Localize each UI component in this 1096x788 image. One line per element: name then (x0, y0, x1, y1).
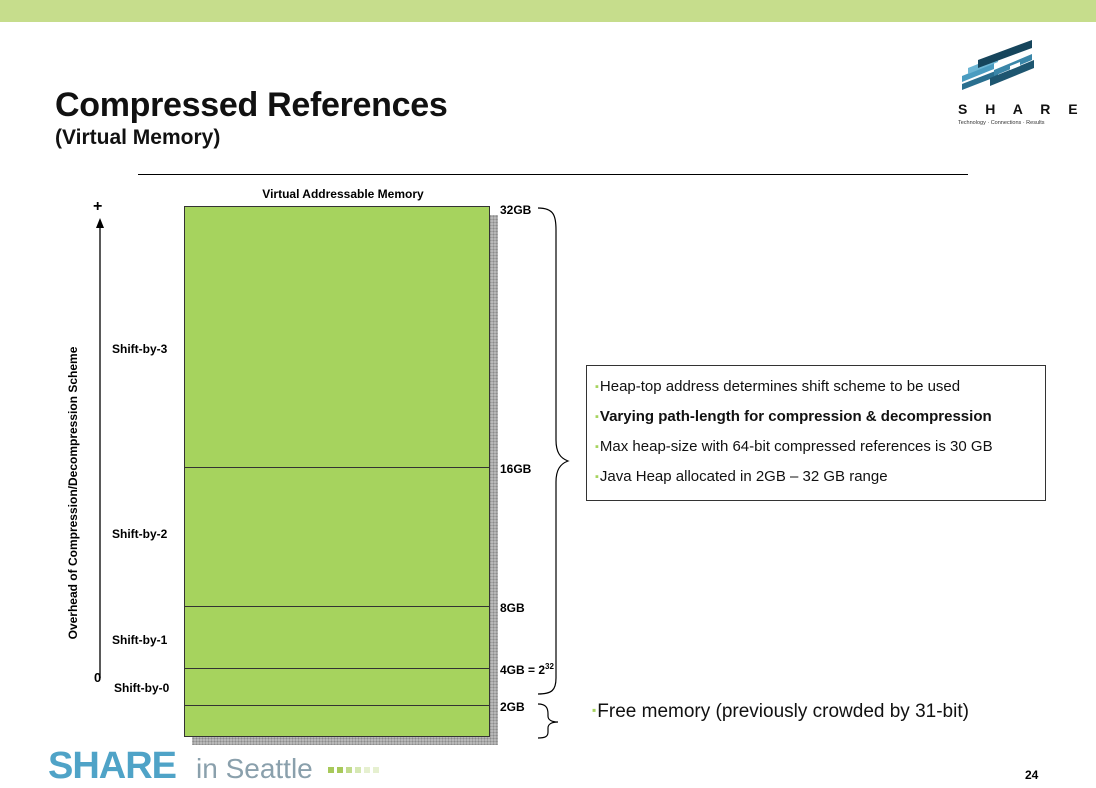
overhead-axis-arrow (96, 218, 104, 678)
axis-plus-label: + (93, 198, 103, 215)
slide-subtitle: (Virtual Memory) (55, 126, 221, 149)
boundary-16gb-line (184, 467, 490, 468)
label-2gb: 2GB (500, 700, 525, 714)
footer-location: in Seattle (196, 753, 313, 784)
axis-label: Overhead of Compression/Decompression Sc… (66, 346, 80, 640)
shift-by-2-label: Shift-by-2 (112, 527, 168, 541)
info-item: ▪Heap-top address determines shift schem… (595, 378, 961, 395)
info-item: ▪Max heap-size with 64-bit compressed re… (595, 438, 993, 455)
shift-by-0-label: Shift-by-0 (114, 681, 170, 695)
page-number: 24 (1025, 768, 1039, 782)
info-box: ▪Heap-top address determines shift schem… (586, 365, 1046, 501)
shift-by-1-label: Shift-by-1 (112, 633, 168, 647)
boundary-2gb-line (184, 705, 490, 706)
share-logo-icon (962, 40, 1034, 90)
label-8gb: 8GB (500, 601, 525, 615)
info-item: ▪Java Heap allocated in 2GB – 32 GB rang… (595, 468, 888, 485)
memory-header: Virtual Addressable Memory (262, 187, 424, 201)
boundary-4gb-line (184, 668, 490, 669)
boundary-8gb-line (184, 606, 490, 607)
virtual-memory-block (184, 206, 490, 737)
info-item: ▪Varying path-length for compression & d… (595, 408, 992, 425)
label-32gb: 32GB (500, 203, 532, 217)
footer-dots-decoration (328, 767, 379, 774)
title-divider (138, 174, 968, 175)
range-braces (537, 207, 570, 739)
shift-by-3-label: Shift-by-3 (112, 342, 168, 356)
share-logo-word: S H A R E (958, 101, 1085, 117)
top-accent-bar (0, 0, 1096, 22)
slide-title: Compressed References (55, 86, 448, 124)
free-memory-note: ▪Free memory (previously crowded by 31-b… (592, 701, 969, 722)
share-logo-tagline: Technology · Connections · Results (958, 120, 1045, 126)
footer-share-wordmark: SHARE (48, 745, 177, 787)
label-16gb: 16GB (500, 462, 532, 476)
axis-zero-label: 0 (94, 670, 102, 685)
